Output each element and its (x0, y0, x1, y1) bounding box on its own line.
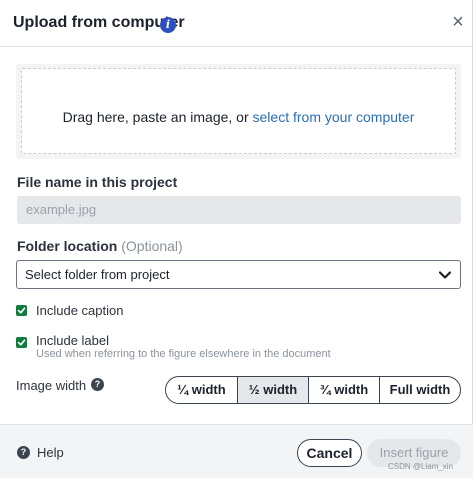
include-caption-checkbox[interactable] (16, 305, 27, 316)
cancel-button[interactable]: Cancel (297, 439, 362, 467)
folder-location-label: Folder location (Optional) (17, 238, 183, 254)
help-link[interactable]: Help (37, 445, 64, 460)
optional-tag: (Optional) (121, 238, 183, 254)
dialog-header: Upload from computer i × (0, 0, 473, 47)
image-width-selector: ¼ width ½ width ¾ width Full width (165, 376, 461, 404)
select-from-computer-link[interactable]: select from your computer (253, 109, 415, 125)
watermark: CSDN @Liam_xin (388, 462, 454, 471)
help-icon[interactable]: ? (17, 446, 30, 459)
question-icon[interactable]: ? (91, 378, 104, 391)
include-caption-label: Include caption (36, 303, 124, 318)
include-label-label: Include label (36, 333, 109, 348)
file-name-input[interactable]: example.jpg (17, 196, 461, 224)
chevron-down-icon (438, 271, 452, 279)
info-icon[interactable]: i (160, 17, 176, 33)
file-name-label: File name in this project (17, 174, 178, 190)
width-option-three-quarter[interactable]: ¾ width (309, 377, 380, 403)
dropzone[interactable]: Drag here, paste an image, or select fro… (21, 68, 456, 154)
folder-location-label-text: Folder location (17, 238, 118, 254)
checkmark-icon (17, 307, 26, 314)
folder-select-value: Select folder from project (25, 267, 170, 282)
folder-select[interactable]: Select folder from project (16, 260, 461, 289)
include-label-helper: Used when referring to the figure elsewh… (36, 348, 331, 360)
dropzone-instructions: Drag here, paste an image, or (62, 109, 253, 125)
image-width-label: Image width (16, 378, 87, 393)
close-icon[interactable]: × (447, 11, 469, 33)
checkmark-icon (17, 339, 26, 346)
width-option-quarter[interactable]: ¼ width (166, 377, 238, 403)
dropzone-text: Drag here, paste an image, or select fro… (22, 109, 455, 125)
upload-dialog: Upload from computer i × Drag here, past… (0, 0, 473, 478)
include-label-checkbox[interactable] (16, 337, 27, 348)
width-option-half[interactable]: ½ width (238, 377, 309, 403)
dialog-title: Upload from computer (13, 14, 185, 31)
width-option-full[interactable]: Full width (380, 377, 460, 403)
